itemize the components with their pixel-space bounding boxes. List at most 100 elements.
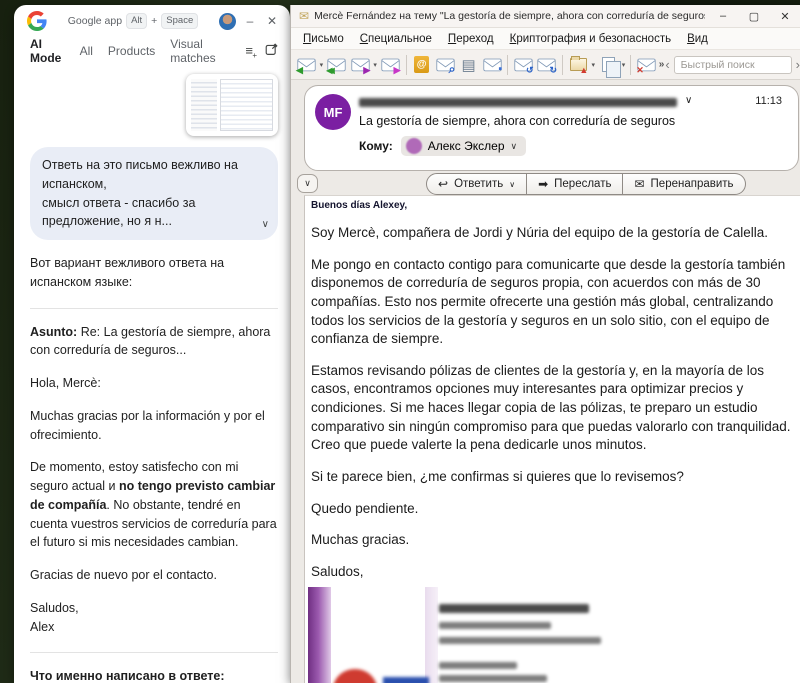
thumbnail-content: [191, 79, 217, 131]
quick-search-input[interactable]: [674, 56, 792, 74]
tab-visual-matches[interactable]: Visual matches: [170, 37, 230, 65]
google-logo-icon: [27, 11, 47, 31]
sender-details-chevron-icon[interactable]: ∨: [685, 95, 692, 106]
receive-mail-button[interactable]: ↺: [512, 53, 534, 77]
recipient-name: Алекс Экслер: [428, 139, 505, 153]
recipient-chevron-icon[interactable]: ∨: [511, 141, 518, 152]
message-view: MF ∨ 11:13 La gestoría de siempre, ahora…: [291, 80, 800, 683]
print-button[interactable]: ▤: [457, 53, 479, 77]
move-to-folder-button[interactable]: ▲: [567, 53, 589, 77]
close-button[interactable]: ✕: [772, 10, 798, 23]
tab-products[interactable]: Products: [108, 44, 155, 58]
sender-avatar[interactable]: MF: [315, 94, 351, 130]
message-time: 11:13: [755, 95, 786, 107]
forward-action-button[interactable]: ➡ Переслать: [527, 173, 623, 195]
menu-perehod[interactable]: Переход: [440, 33, 502, 45]
kbd-joiner: +: [151, 15, 157, 27]
attached-screenshot-thumbnail[interactable]: [186, 74, 278, 136]
body-paragraph: Soy Mercè, compañera de Jordi y Núria de…: [311, 224, 796, 243]
message-body[interactable]: Buenos días Alexey, Soy Mercè, compañera…: [304, 195, 800, 683]
mail-window-title: Mercè Fernández на тему "La gestoría de …: [314, 10, 705, 22]
tab-ai-mode[interactable]: AI Mode: [30, 37, 65, 65]
expand-prompt-chevron-icon[interactable]: ∨: [262, 217, 269, 232]
toolbar-separator: [507, 55, 508, 75]
menu-crypto[interactable]: Криптография и безопасность: [502, 33, 679, 45]
maximize-button[interactable]: ▢: [741, 10, 767, 23]
google-tab-bar: AI Mode All Products Visual matches ≡+: [14, 37, 290, 64]
compose-icon[interactable]: [265, 43, 278, 59]
forward-button[interactable]: ▶: [349, 53, 371, 77]
draft-thanks: Muchas gracias por la información y por …: [30, 407, 278, 445]
menu-special[interactable]: Специальное: [352, 33, 440, 45]
reply-button[interactable]: ◀: [295, 53, 317, 77]
menu-pismo[interactable]: Письмо: [295, 33, 352, 45]
close-button[interactable]: ✕: [264, 14, 280, 28]
save-message-button[interactable]: ▪: [481, 53, 503, 77]
body-greeting: Buenos días Alexey,: [311, 200, 796, 211]
body-paragraph: Saludos,: [311, 563, 796, 582]
redacted-company-name: [383, 677, 429, 683]
mail-client-window: ✉ Mercè Fernández на тему "La gestoría d…: [290, 5, 800, 683]
address-book-button[interactable]: @: [410, 53, 432, 77]
copy-to-folder-button[interactable]: [597, 53, 619, 77]
find-message-button[interactable]: ⌕: [434, 53, 456, 77]
body-paragraph: Muchas gracias.: [311, 531, 796, 550]
message-header-card: MF ∨ 11:13 La gestoría de siempre, ahora…: [304, 85, 799, 171]
body-paragraph: Estamos revisando pólizas de clientes de…: [311, 362, 796, 455]
redirect-envelope-icon: ✉: [634, 177, 644, 191]
draft-subject-line: Asunto: Re: La gestoría de siempre, ahor…: [30, 323, 278, 361]
reply-dropdown-icon[interactable]: ▾: [318, 61, 324, 69]
minimize-button[interactable]: –: [710, 10, 736, 22]
user-prompt-bubble[interactable]: Ответь на это письмо вежливо на испанско…: [30, 147, 278, 240]
google-titlebar: Google app Alt + Space – ✕: [14, 5, 290, 37]
toolbar-overflow-icon[interactable]: »: [659, 59, 665, 70]
user-prompt-line2: смысл ответа - спасибо за предложение, н…: [42, 194, 254, 232]
reply-arrow-icon: ↩: [438, 177, 448, 191]
kbd-space: Space: [161, 13, 198, 29]
signature-block: [311, 587, 796, 683]
kbd-alt: Alt: [126, 13, 147, 29]
forward-arrow-icon: ➡: [538, 177, 548, 191]
delete-message-button[interactable]: ✕: [635, 53, 657, 77]
collapse-search-right-icon[interactable]: ›: [796, 57, 800, 72]
mail-titlebar: ✉ Mercè Fernández на тему "La gestoría d…: [291, 5, 800, 28]
menu-vid[interactable]: Вид: [679, 33, 716, 45]
minimize-button[interactable]: –: [242, 14, 258, 28]
reply-all-button[interactable]: ◀◀: [325, 53, 347, 77]
company-logo: [333, 669, 377, 683]
redirect-action-button[interactable]: ✉ Перенаправить: [623, 173, 745, 195]
summary-title: Что именно написано в ответе:: [30, 667, 278, 683]
toolbar-separator: [630, 55, 631, 75]
move-dropdown-icon[interactable]: ▾: [590, 61, 596, 69]
toolbar-separator: [562, 55, 563, 75]
menu-bar: Письмо Специальное Переход Криптография …: [291, 28, 800, 50]
recipient-chip[interactable]: Алекс Экслер ∨: [401, 136, 526, 156]
redirect-button[interactable]: ▶: [379, 53, 401, 77]
toolbar-separator: [406, 55, 407, 75]
chat-scroll-area[interactable]: Ответь на это письмо вежливо на испанско…: [14, 64, 290, 683]
collapse-search-left-icon[interactable]: ‹: [665, 57, 669, 72]
new-list-icon[interactable]: ≡+: [245, 43, 253, 58]
redacted-signature-phone: [439, 662, 517, 669]
redacted-signature-address: [439, 675, 547, 682]
redacted-signature-name: [439, 604, 589, 613]
redacted-sender-address: [359, 98, 677, 107]
message-subject: La gestoría de siempre, ahora con corred…: [359, 114, 786, 128]
divider: [30, 308, 278, 309]
body-paragraph: Quedo pendiente.: [311, 500, 796, 519]
forward-dropdown-icon[interactable]: ▾: [372, 61, 378, 69]
reply-options-chevron-icon[interactable]: ∨: [509, 180, 515, 189]
body-paragraph: Me pongo en contacto contigo para comuni…: [311, 256, 796, 349]
reply-action-button[interactable]: ↩ Ответить ∨: [426, 173, 527, 195]
user-avatar[interactable]: [219, 13, 236, 30]
message-actions: ↩ Ответить ∨ ➡ Переслать ✉ Перенаправить: [426, 173, 746, 195]
body-paragraph: Si te parece bien, ¿me confirmas si quie…: [311, 468, 796, 487]
window-title: Google app Alt + Space: [53, 13, 213, 29]
divider: [30, 652, 278, 653]
tab-all[interactable]: All: [80, 44, 93, 58]
draft-greeting: Hola, Mercè:: [30, 374, 278, 393]
copy-dropdown-icon[interactable]: ▾: [621, 61, 627, 69]
collapse-header-button[interactable]: ∨: [297, 174, 318, 193]
to-label: Кому:: [359, 139, 393, 153]
check-mail-button[interactable]: ↻: [536, 53, 558, 77]
